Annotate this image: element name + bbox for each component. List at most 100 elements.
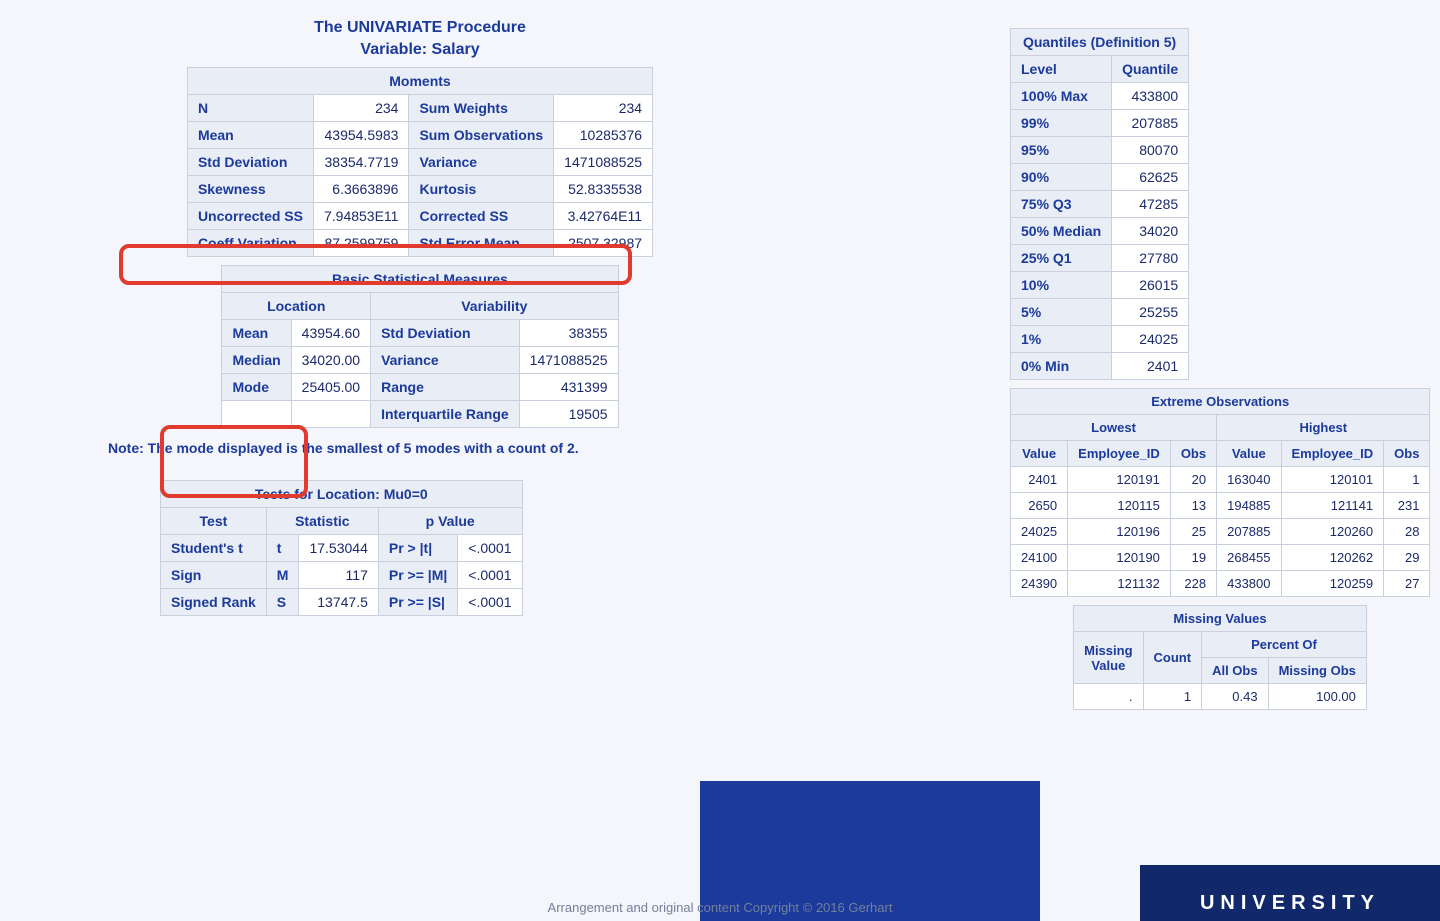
missing-mo: 100.00 [1268,684,1366,710]
extreme-header: Value Employee_ID Obs Value Employee_ID … [1011,441,1430,467]
extreme-low-value: 2401 [1011,467,1068,493]
moments-label: Variance [409,149,554,176]
quantile-value: 80070 [1112,137,1189,164]
tests-pval: <.0001 [458,535,522,562]
quant-h-level: Level [1011,56,1112,83]
basic-row: Mean43954.60Std Deviation38355 [222,320,618,347]
basic-var-label: Range [371,374,520,401]
missing-values-table: Missing Values Missing Value Count Perce… [1073,605,1367,710]
mode-note: Note: The mode displayed is the smallest… [108,440,732,456]
quantile-row: 50% Median34020 [1011,218,1189,245]
tests-h-test: Test [161,508,267,535]
basic-sub-location: Location [222,293,371,320]
quantiles-header: Level Quantile [1011,56,1189,83]
moments-value: 10285376 [554,122,653,149]
basic-loc-value: 25405.00 [291,374,370,401]
quantiles-table: Quantiles (Definition 5) Level Quantile … [1010,28,1189,380]
moments-value: 52.8335538 [554,176,653,203]
quantile-row: 25% Q127780 [1011,245,1189,272]
quantile-value: 25255 [1112,299,1189,326]
quantile-row: 10%26015 [1011,272,1189,299]
variable-title: Variable: Salary [100,41,740,59]
tests-row: Signed RankS13747.5Pr >= |S|<.0001 [161,589,523,616]
quantile-level: 100% Max [1011,83,1112,110]
quantile-row: 99%207885 [1011,110,1189,137]
moments-row: Coeff Variation87.2599759Std Error Mean2… [187,230,652,257]
extreme-low-emp: 121132 [1068,571,1171,597]
moments-label: Sum Weights [409,95,554,122]
extreme-high-emp: 121141 [1281,493,1384,519]
basic-sub-variability: Variability [371,293,618,320]
moments-row: N234Sum Weights234 [187,95,652,122]
extreme-high-obs: 27 [1384,571,1430,597]
basic-var-value: 19505 [519,401,618,428]
basic-var-value: 38355 [519,320,618,347]
moments-row: Uncorrected SS7.94853E11Corrected SS3.42… [187,203,652,230]
quantile-value: 433800 [1112,83,1189,110]
moments-value: 38354.7719 [313,149,408,176]
extreme-high-emp: 120259 [1281,571,1384,597]
basic-loc-label: Mean [222,320,291,347]
moments-label: Sum Observations [409,122,554,149]
moments-value: 7.94853E11 [313,203,408,230]
basic-sub-header: Location Variability [222,293,618,320]
extreme-h-ho: Obs [1384,441,1430,467]
tests-h-stat: Statistic [266,508,378,535]
tests-row: Student's tt17.53044Pr > |t|<.0001 [161,535,523,562]
moments-row: Std Deviation38354.7719Variance147108852… [187,149,652,176]
moments-value: 234 [313,95,408,122]
quantile-level: 25% Q1 [1011,245,1112,272]
quantile-level: 75% Q3 [1011,191,1112,218]
moments-value: 2507.32987 [554,230,653,257]
quantile-level: 0% Min [1011,353,1112,380]
quantile-value: 26015 [1112,272,1189,299]
quantile-value: 24025 [1112,326,1189,353]
tests-plabel: Pr >= |S| [378,589,457,616]
moments-label: Uncorrected SS [187,203,313,230]
moments-label: Corrected SS [409,203,554,230]
quantile-level: 5% [1011,299,1112,326]
quantile-row: 1%24025 [1011,326,1189,353]
extreme-caption: Extreme Observations [1010,388,1430,414]
basic-var-label: Std Deviation [371,320,520,347]
moments-caption: Moments [187,67,653,94]
tests-sym: S [266,589,299,616]
quantile-row: 0% Min2401 [1011,353,1189,380]
missing-header-1: Missing Value Count Percent Of [1074,632,1367,658]
extreme-row: 2439012113222843380012025927 [1011,571,1430,597]
basic-var-value: 1471088525 [519,347,618,374]
quantile-row: 100% Max433800 [1011,83,1189,110]
basic-row: Mode25405.00Range431399 [222,374,618,401]
tests-pval: <.0001 [458,562,522,589]
quantile-value: 2401 [1112,353,1189,380]
basic-loc-label: Mode [222,374,291,401]
extreme-row: 240251201962520788512026028 [1011,519,1430,545]
extreme-row: 2401120191201630401201011 [1011,467,1430,493]
extreme-low-emp: 120196 [1068,519,1171,545]
missing-h-all: All Obs [1202,658,1269,684]
extreme-sub-highest: Highest [1217,415,1430,441]
tests-plabel: Pr > |t| [378,535,457,562]
extreme-low-value: 24025 [1011,519,1068,545]
extreme-high-emp: 120262 [1281,545,1384,571]
tests-location-table: Tests for Location: Mu0=0 Test Statistic… [160,480,523,616]
basic-measures-table: Basic Statistical Measures Location Vari… [221,265,618,428]
quantile-value: 47285 [1112,191,1189,218]
extreme-sub-header: Lowest Highest [1011,415,1430,441]
extreme-low-obs: 13 [1170,493,1216,519]
basic-loc-value: 34020.00 [291,347,370,374]
basic-loc-label: Median [222,347,291,374]
extreme-high-value: 194885 [1217,493,1281,519]
moments-label: Std Deviation [187,149,313,176]
moments-label: Coeff Variation [187,230,313,257]
tests-caption: Tests for Location: Mu0=0 [160,480,523,507]
right-column: Quantiles (Definition 5) Level Quantile … [1010,20,1430,718]
extreme-low-emp: 120191 [1068,467,1171,493]
tests-header: Test Statistic p Value [161,508,523,535]
basic-caption: Basic Statistical Measures [221,265,618,292]
missing-h-mo: Missing Obs [1268,658,1366,684]
basic-loc-value: 43954.60 [291,320,370,347]
moments-value: 1471088525 [554,149,653,176]
extreme-low-value: 24390 [1011,571,1068,597]
extreme-high-emp: 120260 [1281,519,1384,545]
